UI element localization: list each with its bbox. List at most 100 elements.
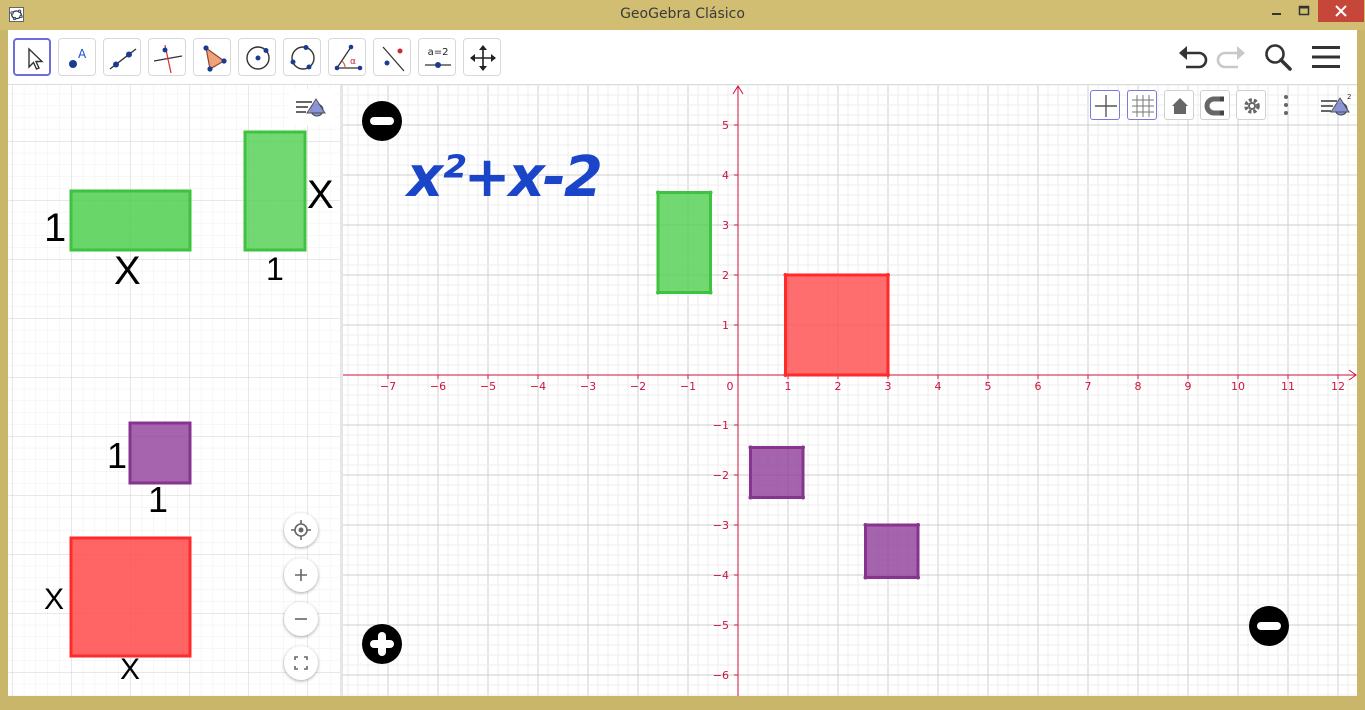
- window-bottom-frame: [0, 696, 1365, 710]
- vertex-point[interactable]: [708, 290, 713, 295]
- x-tick-label: −3: [580, 380, 596, 393]
- formula-text[interactable]: x²+x-2: [407, 145, 603, 210]
- x-tick-label: 12: [1331, 380, 1345, 393]
- y-tick-label: −2: [713, 469, 729, 482]
- undo-button[interactable]: [1176, 41, 1208, 73]
- vertex-point[interactable]: [708, 190, 713, 195]
- close-button[interactable]: [1318, 0, 1364, 22]
- search-icon: [1265, 44, 1292, 71]
- angle-tool-label: α: [350, 57, 356, 67]
- move-graphics-view-tool[interactable]: [463, 38, 501, 76]
- y-tick-label: 2: [722, 269, 729, 282]
- show-grid-button[interactable]: [1127, 90, 1157, 120]
- vertex-point[interactable]: [656, 290, 660, 295]
- x-tick-label: 9: [1185, 380, 1192, 393]
- redo-icon: [1216, 46, 1245, 69]
- line-tool[interactable]: [103, 38, 141, 76]
- perpendicular-line-tool[interactable]: [148, 38, 186, 76]
- label-red-bottom: X: [120, 653, 141, 686]
- vertex-point[interactable]: [801, 495, 805, 500]
- minimize-button[interactable]: [1262, 0, 1290, 22]
- circle-center-icon: [246, 46, 270, 70]
- label-purple-bottom: 1: [148, 479, 169, 520]
- x-tick-label: −7: [380, 380, 396, 393]
- arrow-pointer-icon: [28, 47, 44, 70]
- maximize-icon: [1298, 5, 1310, 16]
- minus-black-button[interactable]: [1248, 605, 1290, 647]
- reflect-icon: [382, 46, 405, 72]
- vertex-point[interactable]: [656, 190, 660, 195]
- vertex-point[interactable]: [886, 273, 890, 277]
- close-icon: [1335, 5, 1347, 17]
- vertex-point[interactable]: [916, 523, 920, 527]
- angle-tool[interactable]: α: [328, 38, 366, 76]
- graphics-view-1[interactable]: −7 −6 −5 −4 −3 −2 −1 0 1 2 3 4 5 6 7 8 9 10 11 12 5 4 3 2 1 −1 −2…: [343, 85, 1357, 696]
- settings-button[interactable]: [1236, 90, 1266, 120]
- move-tool[interactable]: [13, 38, 51, 76]
- red-square[interactable]: [784, 273, 890, 377]
- purple-square-2[interactable]: [864, 523, 920, 579]
- vertex-point[interactable]: [916, 575, 920, 580]
- show-axes-button[interactable]: [1090, 90, 1120, 120]
- menu-button[interactable]: [1310, 41, 1342, 73]
- y-tick-label: 4: [722, 169, 729, 182]
- purple-square-1[interactable]: [749, 446, 805, 499]
- vertex-point[interactable]: [863, 523, 868, 527]
- menu-icon: [1312, 46, 1340, 68]
- maximize-button[interactable]: [1290, 0, 1318, 22]
- x-tick-label: 5: [985, 380, 992, 393]
- standard-view-home-button[interactable]: [1164, 90, 1194, 120]
- circle-three-points-icon: [290, 45, 315, 70]
- zoom-out-black-button[interactable]: [361, 100, 403, 142]
- x-tick-label: −1: [680, 380, 696, 393]
- label-purple-left: 1: [107, 435, 128, 476]
- style-bar-toggle-1[interactable]: 2: [1315, 89, 1355, 123]
- vertex-point[interactable]: [783, 373, 788, 377]
- search-button[interactable]: [1262, 41, 1294, 73]
- minimize-icon: [1272, 13, 1281, 15]
- vertex-point[interactable]: [783, 273, 788, 277]
- vertex-point[interactable]: [748, 495, 753, 500]
- redo-button[interactable]: [1216, 41, 1248, 73]
- x-tick-label: 2: [835, 380, 842, 393]
- undo-icon: [1179, 46, 1208, 69]
- point-capturing-button[interactable]: [1200, 90, 1230, 120]
- x-tick-label: 0: [727, 380, 734, 393]
- graphics-view-2[interactable]: 1 X X 1 1 1 X X: [8, 85, 340, 696]
- circle-center-tool[interactable]: [238, 38, 276, 76]
- grid-icon: [1132, 95, 1154, 117]
- slider-tool-label: a=2: [428, 47, 449, 58]
- zoom-in-black-button[interactable]: [361, 623, 403, 665]
- y-tick-label: −1: [713, 419, 729, 432]
- vertex-point[interactable]: [801, 445, 805, 450]
- green-rectangle-vertical[interactable]: [243, 130, 307, 252]
- polygon-tool[interactable]: [193, 38, 231, 76]
- magnet-icon: [1204, 96, 1224, 116]
- y-tick-label: −3: [713, 519, 729, 532]
- circle-three-points-tool[interactable]: [283, 38, 321, 76]
- green-rectangle-horizontal[interactable]: [69, 189, 192, 252]
- reflect-tool[interactable]: [373, 38, 411, 76]
- gear-icon: [1244, 98, 1260, 114]
- x-tick-label: 7: [1085, 380, 1092, 393]
- point-tool[interactable]: A: [58, 38, 96, 76]
- x-tick-label: −4: [530, 380, 546, 393]
- fullscreen-button[interactable]: [284, 646, 318, 680]
- standard-view-button[interactable]: [284, 513, 318, 547]
- vertex-point[interactable]: [748, 445, 753, 450]
- purple-square[interactable]: [128, 421, 192, 485]
- red-square[interactable]: [69, 536, 192, 658]
- x-tick-label: −2: [630, 380, 646, 393]
- vertex-point[interactable]: [863, 575, 868, 580]
- polygon-icon: [203, 45, 227, 72]
- style-bar-toggle-2[interactable]: [290, 89, 334, 125]
- zoom-out-button[interactable]: [284, 602, 318, 636]
- label-green-v-bottom: 1: [266, 251, 284, 287]
- slider-tool[interactable]: a=2: [418, 38, 456, 76]
- vertex-point[interactable]: [886, 373, 890, 377]
- y-tick-label: −4: [713, 569, 729, 582]
- minus-icon: [295, 618, 307, 620]
- zoom-in-button[interactable]: [284, 558, 318, 592]
- more-options-button[interactable]: [1279, 90, 1293, 120]
- green-rectangle[interactable]: [656, 191, 712, 294]
